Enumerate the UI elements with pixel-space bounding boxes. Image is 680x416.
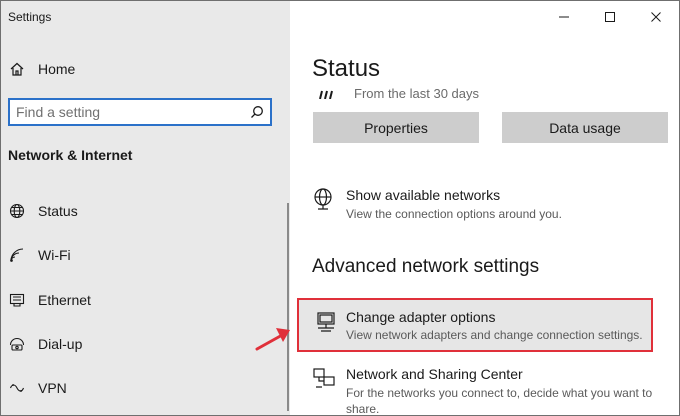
main-content: Status From the last 30 days Properties … [290, 1, 679, 415]
usage-period-text: From the last 30 days [354, 86, 479, 101]
option-description: View the connection options around you. [346, 207, 562, 221]
sidebar-item-label: Home [38, 61, 76, 77]
sidebar-item-label: Status [38, 203, 78, 219]
change-adapter-options-link[interactable]: Change adapter options View network adap… [297, 298, 653, 352]
sidebar-item-label: Wi-Fi [38, 247, 71, 263]
globe-network-icon [312, 187, 336, 211]
sidebar-item-label: VPN [38, 380, 67, 396]
monitor-network-icon [315, 311, 337, 338]
sidebar-item-label: Ethernet [38, 292, 91, 308]
page-title: Status [312, 55, 381, 82]
option-title: Network and Sharing Center [346, 366, 523, 382]
ethernet-icon [8, 291, 26, 309]
window-controls [541, 1, 679, 33]
search-box[interactable] [8, 98, 272, 126]
callout-arrow-icon [254, 324, 294, 357]
sidebar-item-dialup[interactable]: Dial-up [1, 324, 290, 364]
option-title: Show available networks [346, 187, 501, 203]
sidebar-item-wifi[interactable]: Wi-Fi [1, 235, 290, 275]
sidebar-item-label: Dial-up [38, 336, 83, 352]
sidebar-item-status[interactable]: Status [1, 191, 290, 231]
sidebar-scrollbar[interactable] [287, 203, 289, 411]
sidebar: Settings Home Network & Internet [1, 1, 290, 415]
sidebar-item-vpn[interactable]: VPN [1, 368, 290, 408]
show-available-networks-link[interactable]: Show available networks View the connect… [312, 187, 652, 227]
dialup-icon [8, 335, 26, 353]
app-title: Settings [8, 10, 52, 24]
option-description: For the networks you connect to, decide … [346, 386, 653, 416]
sidebar-item-home[interactable]: Home [1, 49, 290, 89]
sidebar-item-ethernet[interactable]: Ethernet [1, 280, 290, 320]
data-usage-button[interactable]: Data usage [502, 112, 668, 143]
close-button[interactable] [633, 1, 679, 33]
data-usage-summary: From the last 30 days [312, 85, 652, 103]
wifi-icon [8, 246, 26, 264]
properties-button[interactable]: Properties [313, 112, 479, 143]
network-sharing-center-link[interactable]: Network and Sharing Center For the netwo… [312, 366, 652, 415]
signal-bars-icon [318, 85, 336, 103]
option-title: Change adapter options [346, 309, 496, 325]
sharing-center-icon [312, 366, 336, 390]
advanced-settings-heading: Advanced network settings [312, 256, 540, 277]
option-description: View network adapters and change connect… [346, 328, 643, 342]
globe-icon [8, 202, 26, 220]
search-input[interactable] [16, 102, 236, 122]
search-icon[interactable] [250, 105, 264, 124]
settings-window: Settings Home Network & Internet [0, 0, 680, 416]
vpn-icon [8, 379, 26, 397]
home-icon [8, 60, 26, 78]
minimize-button[interactable] [541, 1, 587, 33]
maximize-button[interactable] [587, 1, 633, 33]
section-heading: Network & Internet [8, 147, 133, 163]
